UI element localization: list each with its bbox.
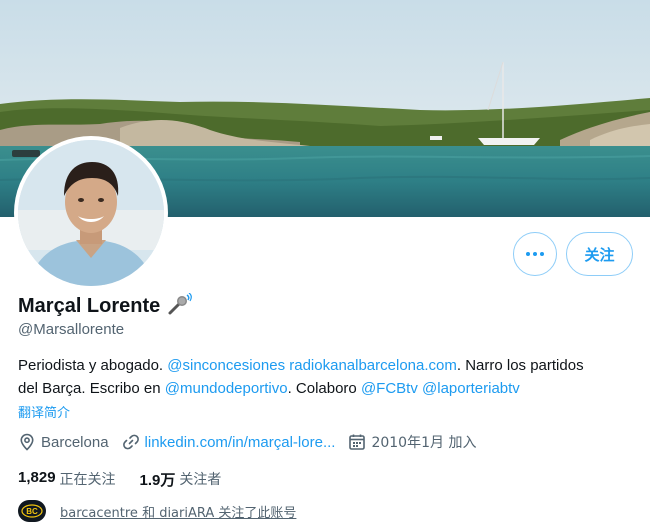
link-icon bbox=[122, 433, 140, 451]
microphone-icon bbox=[166, 292, 193, 319]
followed-by-row[interactable]: BC barcacentre 和 diariARA 关注了此账号 bbox=[18, 500, 296, 522]
mention-link[interactable]: @laporteriabtv bbox=[422, 380, 520, 397]
following-stat[interactable]: 1,829 正在关注 bbox=[18, 469, 116, 490]
profile-website-link[interactable]: linkedin.com/in/marçal-lore... bbox=[145, 434, 336, 451]
mention-link[interactable]: @mundodeportivo bbox=[165, 380, 288, 397]
following-count: 1,829 bbox=[18, 469, 56, 486]
location-item: Barcelona bbox=[18, 433, 109, 451]
profile-bio: Periodista y abogado. @sinconcesiones ra… bbox=[18, 354, 638, 400]
mention-link[interactable]: @FCBtv bbox=[361, 380, 418, 397]
profile-handle: @Marsallorente bbox=[18, 321, 125, 338]
followers-count: 1.9万 bbox=[139, 472, 176, 489]
display-name: Marçal Lorente bbox=[18, 294, 161, 317]
profile-avatar[interactable] bbox=[14, 136, 168, 290]
followers-label: 关注者 bbox=[179, 472, 222, 488]
website-link-radiokanal[interactable]: radiokanalbarcelona.com bbox=[289, 357, 457, 374]
location-pin-icon bbox=[18, 433, 36, 451]
website-item: linkedin.com/in/marçal-lore... bbox=[122, 433, 336, 451]
bio-text: . Narro los partidos bbox=[456, 357, 584, 374]
profile-meta: Barcelona linkedin.com/in/marçal-lore...… bbox=[18, 432, 489, 452]
translate-bio-link[interactable]: 翻译简介 bbox=[18, 402, 70, 421]
svg-text:BC: BC bbox=[26, 507, 38, 516]
followed-by-text[interactable]: barcacentre 和 diariARA 关注了此账号 bbox=[60, 502, 296, 521]
joined-item: 2010年1月 加入 bbox=[348, 432, 476, 452]
avatar-image bbox=[18, 140, 164, 286]
bio-text: Periodista y abogado. bbox=[18, 357, 164, 374]
calendar-icon bbox=[348, 433, 366, 451]
more-options-button[interactable] bbox=[513, 232, 557, 276]
profile-stats: 1,829 正在关注 1.9万 关注者 bbox=[18, 469, 245, 490]
followers-stat[interactable]: 1.9万 关注者 bbox=[140, 469, 222, 490]
mention-link[interactable]: @sinconcesiones bbox=[167, 357, 285, 374]
bio-text: . Colaboro bbox=[287, 380, 357, 397]
bio-text: del Barça. Escribo en bbox=[18, 380, 161, 397]
location-text: Barcelona bbox=[41, 433, 109, 451]
joined-text: 2010年1月 加入 bbox=[371, 435, 477, 451]
following-label: 正在关注 bbox=[59, 472, 116, 488]
follow-button[interactable]: 关注 bbox=[566, 232, 633, 276]
more-dots-icon bbox=[526, 252, 530, 256]
followed-by-avatar: BC bbox=[18, 500, 46, 522]
profile-name-row: Marçal Lorente bbox=[18, 292, 193, 319]
